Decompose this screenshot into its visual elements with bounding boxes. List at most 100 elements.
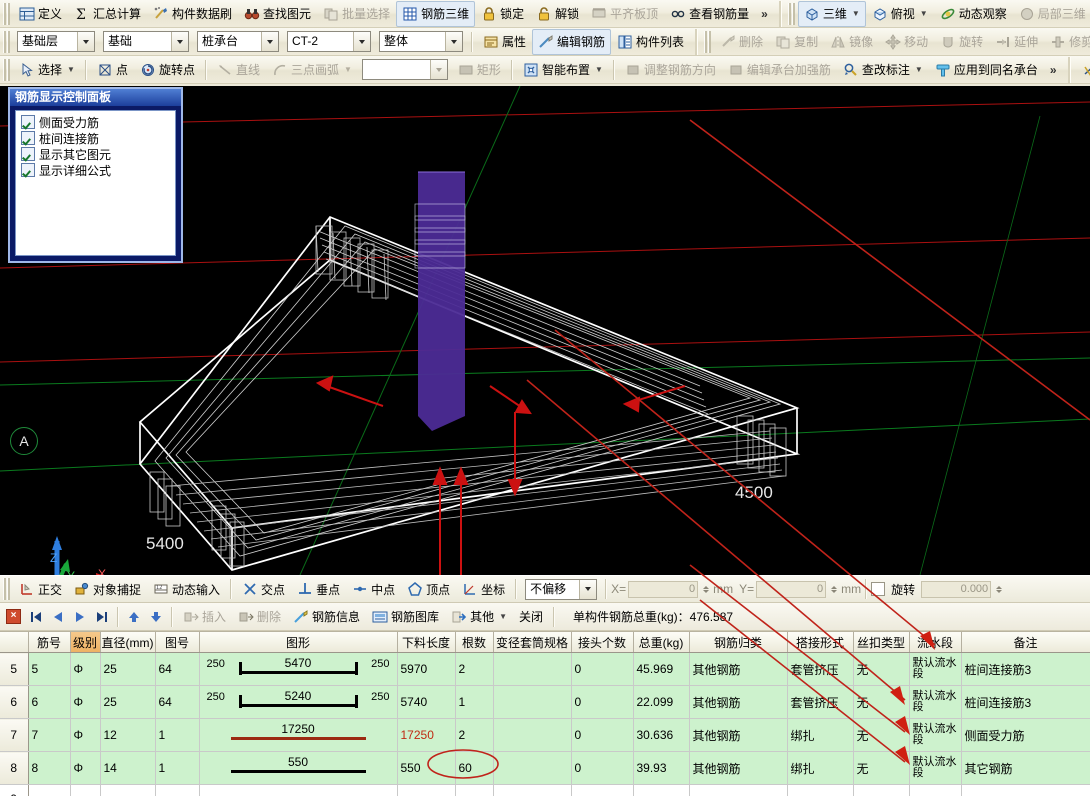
cell-remark[interactable]: 侧面受力筋 xyxy=(961,719,1090,752)
cell-flow-segment[interactable]: 默认流水段 xyxy=(909,719,961,752)
3d-viewport[interactable]: Z Y X 5400 36600 4500 A 4 5 钢筋显示控制面板 侧面受… xyxy=(0,86,1090,575)
cell-grade[interactable]: Φ xyxy=(70,719,100,752)
cell-category[interactable] xyxy=(689,785,787,796)
status-snap-perpendicular[interactable]: 垂点 xyxy=(291,576,346,602)
rebar-panel-checkbox-row[interactable]: 显示其它图元 xyxy=(18,146,173,162)
rotate-spinner[interactable] xyxy=(993,581,1004,598)
row-header-cell[interactable]: 5 xyxy=(0,653,28,686)
status-grip[interactable] xyxy=(3,578,10,600)
rotate-field[interactable]: 旋转 0.000 xyxy=(871,581,1004,598)
cell-cut-length[interactable] xyxy=(397,785,455,796)
cell-joint-count[interactable]: 0 xyxy=(571,752,633,785)
y-coordinate-field[interactable]: Y= 0 mm xyxy=(739,581,861,598)
table-header-cell[interactable]: 直径(mm) xyxy=(100,632,155,653)
cell-category[interactable]: 其他钢筋 xyxy=(689,653,787,686)
cell-lap-form[interactable] xyxy=(787,785,853,796)
cell-total-weight[interactable]: 22.099 xyxy=(633,686,689,719)
view-toolbar-grip[interactable] xyxy=(788,3,795,25)
cell-flow-segment[interactable]: 默认流水段 xyxy=(909,653,961,686)
draw-toolbar-overflow-button[interactable]: » xyxy=(1044,63,1063,77)
cell-diameter[interactable]: 14 xyxy=(100,752,155,785)
cell-thread-type[interactable]: 无 xyxy=(853,653,909,686)
cell-total-weight[interactable]: 39.93 xyxy=(633,752,689,785)
table-header-cell[interactable]: 变径套筒规格 xyxy=(493,632,571,653)
cell-grade[interactable]: Φ xyxy=(70,686,100,719)
cell-joint-count[interactable] xyxy=(571,785,633,796)
table-row[interactable]: 9 xyxy=(0,785,1090,796)
row-header-cell[interactable]: 6 xyxy=(0,686,28,719)
toolbar-item-unlock[interactable]: 解锁 xyxy=(530,1,585,27)
cell-flow-segment[interactable]: 默认流水段 xyxy=(909,752,961,785)
status-snap-intersection[interactable]: 交点 xyxy=(236,576,291,602)
table-header-cell[interactable]: 级别 xyxy=(70,632,100,653)
table-row[interactable]: 77Φ12117250172502030.636其他钢筋绑扎无默认流水段侧面受力… xyxy=(0,719,1090,752)
cell-cut-length[interactable]: 17250 xyxy=(397,719,455,752)
cell-thread-type[interactable]: 无 xyxy=(853,719,909,752)
table-row[interactable]: 55Φ2564250250547059702045.969其他钢筋套管挤压无默认… xyxy=(0,653,1090,686)
status-snap-vertex[interactable]: 顶点 xyxy=(401,576,456,602)
edit-toolbar-grip[interactable] xyxy=(704,31,711,53)
table-header-cell[interactable]: 丝扣类型 xyxy=(853,632,909,653)
toolbar-item-edit-rebar[interactable]: 编辑钢筋 xyxy=(532,29,611,55)
row-header-cell[interactable]: 7 xyxy=(0,719,28,752)
cell-shape[interactable]: 2502505470 xyxy=(199,653,397,686)
status-snap-coordinate[interactable]: 坐标 xyxy=(456,576,511,602)
rebar-panel-checkbox-row[interactable]: 侧面受力筋 xyxy=(18,114,173,130)
table-header-cell[interactable]: 图形 xyxy=(199,632,397,653)
cell-lap-form[interactable]: 绑扎 xyxy=(787,752,853,785)
rebar-toolbar-rebar-library[interactable]: 钢筋图库 xyxy=(366,604,445,630)
rebar-toolbar-rebar-info[interactable]: 钢筋信息 xyxy=(287,604,366,630)
cell-remark[interactable]: 其它钢筋 xyxy=(961,752,1090,785)
checkbox[interactable] xyxy=(21,163,35,177)
toolbar-overflow-button[interactable]: » xyxy=(755,7,774,21)
cell-seq[interactable]: 8 xyxy=(28,752,70,785)
move-down-button[interactable] xyxy=(145,607,167,627)
rebar-panel-checkbox-row[interactable]: 显示详细公式 xyxy=(18,162,173,178)
toolbar-item-point[interactable]: 点 xyxy=(91,57,134,83)
toolbar-item-smart-layout[interactable]: 智能布置 ▼ xyxy=(517,57,609,83)
toolbar-item-rotate-point[interactable]: 旋转点 xyxy=(134,57,201,83)
cell-thread-type[interactable] xyxy=(853,785,909,796)
draw-style-combo[interactable] xyxy=(362,59,448,80)
cell-total-weight[interactable]: 45.969 xyxy=(633,653,689,686)
status-toggle-ortho[interactable]: 正交 xyxy=(13,576,68,602)
checkbox[interactable] xyxy=(21,147,35,161)
cell-figure-no[interactable]: 64 xyxy=(155,653,199,686)
draw-toolbar-grip[interactable] xyxy=(3,59,10,81)
cell-cut-length[interactable]: 550 xyxy=(397,752,455,785)
table-header-cell[interactable]: 根数 xyxy=(455,632,493,653)
cell-thread-type[interactable]: 无 xyxy=(853,752,909,785)
display-mode-combo[interactable]: 整体 xyxy=(379,31,463,52)
toolbar-item-find-element[interactable]: 查找图元 xyxy=(238,1,317,27)
move-up-button[interactable] xyxy=(123,607,145,627)
cell-remark[interactable] xyxy=(961,785,1090,796)
cell-category[interactable]: 其他钢筋 xyxy=(689,719,787,752)
toolbar-item-top-view[interactable]: 俯视 ▼ xyxy=(866,1,934,27)
cell-thread-type[interactable]: 无 xyxy=(853,686,909,719)
chevron-down-icon[interactable]: ▼ xyxy=(852,9,860,18)
chevron-down-icon[interactable] xyxy=(445,32,462,51)
rebar-display-control-panel[interactable]: 钢筋显示控制面板 侧面受力筋 桩间连接筋 显示其它图元 显示详细公式 xyxy=(8,87,183,263)
cell-diameter[interactable]: 25 xyxy=(100,686,155,719)
cell-count[interactable]: 2 xyxy=(455,653,493,686)
component-name-combo[interactable]: CT-2 xyxy=(287,31,371,52)
chevron-down-icon[interactable]: ▼ xyxy=(595,65,603,74)
cell-joint-count[interactable]: 0 xyxy=(571,686,633,719)
prev-record-button[interactable] xyxy=(47,607,69,627)
toolbar-item-select[interactable]: 选择 ▼ xyxy=(13,57,81,83)
cell-joint-count[interactable]: 0 xyxy=(571,653,633,686)
toolbar-item-rebar-3d[interactable]: 钢筋三维 xyxy=(396,1,475,27)
cell-figure-no[interactable]: 1 xyxy=(155,752,199,785)
cell-count[interactable]: 60 xyxy=(455,752,493,785)
layer-combo[interactable]: 基础层 xyxy=(17,31,95,52)
table-row[interactable]: 66Φ2564250250524057401022.099其他钢筋套管挤压无默认… xyxy=(0,686,1090,719)
cell-remark[interactable]: 桩间连接筋3 xyxy=(961,653,1090,686)
table-row[interactable]: 88Φ14155055060039.93其他钢筋绑扎无默认流水段其它钢筋 xyxy=(0,752,1090,785)
component-type-combo[interactable]: 桩承台 xyxy=(197,31,279,52)
toolbar-item-dynamic-observe[interactable]: 动态观察 xyxy=(934,1,1013,27)
table-header-cell[interactable]: 接头个数 xyxy=(571,632,633,653)
chevron-down-icon[interactable] xyxy=(77,32,94,51)
table-header-cell[interactable]: 搭接形式 xyxy=(787,632,853,653)
table-header-cell[interactable]: 下料长度 xyxy=(397,632,455,653)
cell-grade[interactable]: Φ xyxy=(70,752,100,785)
